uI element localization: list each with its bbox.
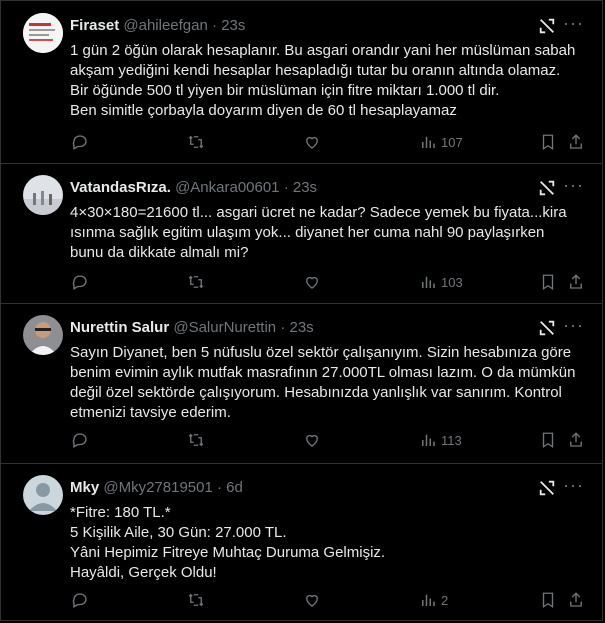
action-bar: 113 bbox=[63, 429, 590, 451]
tweet-text: *Fitre: 180 TL.* 5 Kişilik Aile, 30 Gün:… bbox=[70, 504, 386, 581]
bookmark-icon bbox=[542, 274, 554, 291]
reply-icon bbox=[72, 433, 87, 448]
bookmark-button[interactable] bbox=[539, 131, 557, 153]
tweet-header: VatandasRıza. @Ankara00601 · 23s bbox=[70, 179, 318, 196]
like-icon bbox=[306, 594, 318, 607]
timestamp[interactable]: 23s bbox=[293, 179, 317, 196]
tweet[interactable]: VatandasRıza. @Ankara00601 · 23s ··· 4×3… bbox=[1, 163, 602, 304]
tweet-text: 4×30×180=21600 tl... asgari ücret ne kad… bbox=[70, 204, 567, 261]
like-button[interactable] bbox=[303, 589, 321, 611]
views-button[interactable]: 103 bbox=[419, 271, 463, 293]
grok-icon[interactable] bbox=[538, 319, 556, 337]
bookmark-icon bbox=[542, 432, 554, 449]
reply-timeline: Firaset @ahileefgan · 23s ··· 1 gün 2 öğ… bbox=[0, 0, 603, 621]
like-button[interactable] bbox=[303, 131, 321, 153]
like-icon bbox=[306, 434, 318, 447]
share-button[interactable] bbox=[567, 271, 585, 293]
views-icon bbox=[422, 434, 435, 446]
share-button[interactable] bbox=[567, 429, 585, 451]
views-icon bbox=[422, 136, 435, 148]
bookmark-icon bbox=[542, 134, 554, 151]
tweet-text: 1 gün 2 öğün olarak hesaplanır. Bu asgar… bbox=[70, 42, 576, 119]
action-bar: 2 bbox=[63, 589, 590, 611]
action-bar: 103 bbox=[63, 271, 590, 293]
bookmark-icon bbox=[542, 592, 554, 609]
share-icon bbox=[570, 432, 582, 447]
reply-icon bbox=[72, 135, 87, 150]
tweet-text: Sayın Diyanet, ben 5 nüfuslu özel sektör… bbox=[70, 344, 576, 421]
more-icon[interactable]: ··· bbox=[563, 175, 584, 196]
user-handle[interactable]: @ahileefgan bbox=[123, 17, 207, 34]
retweet-icon bbox=[188, 433, 204, 447]
bookmark-button[interactable] bbox=[539, 271, 557, 293]
like-icon bbox=[306, 136, 318, 149]
views-button[interactable]: 2 bbox=[419, 589, 448, 611]
tweet[interactable]: Mky @Mky27819501 · 6d ··· *Fitre: 180 TL… bbox=[1, 463, 602, 621]
user-name[interactable]: Firaset bbox=[70, 17, 119, 34]
retweet-icon bbox=[188, 135, 204, 149]
views-icon bbox=[422, 276, 435, 288]
grok-icon[interactable] bbox=[538, 179, 556, 197]
user-name[interactable]: VatandasRıza. bbox=[70, 179, 171, 196]
like-button[interactable] bbox=[303, 271, 321, 293]
reply-icon bbox=[72, 275, 87, 290]
reply-button[interactable] bbox=[71, 429, 89, 451]
views-count: 103 bbox=[441, 274, 463, 290]
reply-icon bbox=[72, 593, 87, 608]
like-button[interactable] bbox=[303, 429, 321, 451]
reply-button[interactable] bbox=[71, 131, 89, 153]
action-bar: 107 bbox=[63, 131, 590, 153]
views-count: 113 bbox=[441, 432, 462, 448]
avatar[interactable] bbox=[23, 475, 63, 515]
retweet-button[interactable] bbox=[187, 131, 205, 153]
share-icon bbox=[570, 274, 582, 289]
retweet-icon bbox=[188, 275, 204, 289]
grok-icon[interactable] bbox=[538, 17, 556, 35]
avatar[interactable] bbox=[23, 13, 63, 53]
tweet-header: Nurettin Salur @SalurNurettin · 23s bbox=[70, 319, 314, 336]
timestamp[interactable]: 23s bbox=[221, 17, 245, 34]
retweet-button[interactable] bbox=[187, 271, 205, 293]
avatar[interactable] bbox=[23, 175, 63, 215]
user-name[interactable]: Mky bbox=[70, 479, 99, 496]
views-count: 2 bbox=[441, 592, 449, 608]
tweet[interactable]: Nurettin Salur @SalurNurettin · 23s ··· … bbox=[1, 303, 602, 464]
share-button[interactable] bbox=[567, 131, 585, 153]
timestamp[interactable]: 6d bbox=[226, 479, 243, 496]
more-icon[interactable]: ··· bbox=[563, 13, 584, 34]
user-handle[interactable]: @Mky27819501 bbox=[103, 479, 212, 496]
share-button[interactable] bbox=[567, 589, 585, 611]
views-button[interactable]: 113 bbox=[419, 429, 462, 451]
tweet[interactable]: Firaset @ahileefgan · 23s ··· 1 gün 2 öğ… bbox=[1, 1, 602, 164]
share-icon bbox=[570, 134, 582, 149]
grok-icon[interactable] bbox=[538, 479, 556, 497]
user-handle[interactable]: @SalurNurettin bbox=[173, 319, 276, 336]
views-icon bbox=[422, 594, 435, 606]
avatar[interactable] bbox=[23, 315, 63, 355]
retweet-button[interactable] bbox=[187, 589, 205, 611]
bookmark-button[interactable] bbox=[539, 589, 557, 611]
user-handle[interactable]: @Ankara00601 bbox=[175, 179, 279, 196]
like-icon bbox=[306, 276, 318, 289]
tweet-header: Firaset @ahileefgan · 23s bbox=[70, 17, 246, 34]
more-icon[interactable]: ··· bbox=[563, 475, 584, 496]
reply-button[interactable] bbox=[71, 271, 89, 293]
more-icon[interactable]: ··· bbox=[563, 315, 584, 336]
views-button[interactable]: 107 bbox=[419, 131, 463, 153]
share-icon bbox=[570, 592, 582, 607]
retweet-button[interactable] bbox=[187, 429, 205, 451]
retweet-icon bbox=[188, 593, 204, 607]
timestamp[interactable]: 23s bbox=[289, 319, 313, 336]
tweet-header: Mky @Mky27819501 · 6d bbox=[70, 479, 243, 496]
views-count: 107 bbox=[441, 134, 463, 150]
bookmark-button[interactable] bbox=[539, 429, 557, 451]
user-name[interactable]: Nurettin Salur bbox=[70, 319, 169, 336]
reply-button[interactable] bbox=[71, 589, 89, 611]
